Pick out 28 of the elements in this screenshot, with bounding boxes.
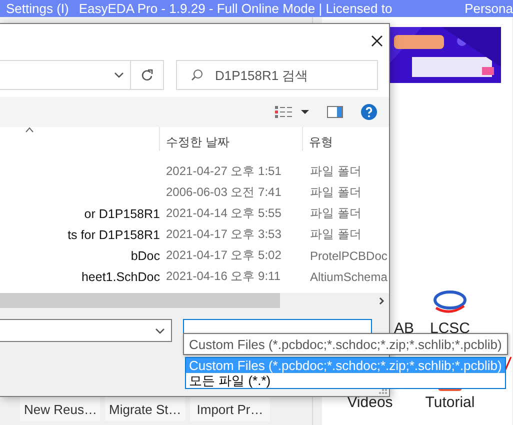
file-type: 파일 폴더	[310, 184, 362, 201]
file-name[interactable]: ts for D1P158R1	[68, 228, 166, 242]
modified-date: 2021-04-14 오후 5:55	[166, 205, 282, 222]
file-type: ProtelPCBDoc	[310, 248, 388, 262]
modified-date: 2021-04-17 오후 3:53	[166, 226, 282, 243]
file-name[interactable]: heet1.SchDoc	[81, 270, 166, 284]
column-header[interactable]: 유형	[309, 134, 333, 151]
shortcut-label[interactable]: Tutorial	[425, 394, 475, 411]
title-text: Persona	[464, 2, 513, 16]
file-type: 파일 폴더	[310, 163, 362, 180]
modified-date: 2021-04-16 오후 9:11	[166, 268, 282, 285]
file-name[interactable]: bDoc	[130, 248, 166, 262]
file-type: 파일 폴더	[310, 205, 362, 222]
file-type: 파일 폴더	[310, 226, 362, 243]
quick-button[interactable]: Import Pr…	[190, 397, 270, 421]
shortcut-label[interactable]: Videos	[347, 394, 393, 411]
file-type: AltiumSchema	[310, 270, 388, 284]
column-header[interactable]: 수정한 날짜	[166, 134, 230, 151]
title-text: Settings (I)	[6, 2, 69, 16]
tooltip: Custom Files (*.pcbdoc;*.schdoc;*.zip;*.schlib;*.pcblib)	[183, 333, 508, 355]
modified-date: 2006-06-03 오전 7:41	[166, 184, 282, 201]
file-name[interactable]: or D1P158R1	[84, 206, 166, 220]
modified-date: 2021-04-17 오후 5:02	[166, 247, 282, 264]
search-field[interactable]: D1P158R1 검색	[176, 60, 378, 90]
quick-button[interactable]: New Reus…	[20, 397, 100, 421]
quick-button[interactable]: Migrate St…	[105, 397, 185, 421]
modified-date: 2021-04-27 오후 1:51	[166, 163, 282, 180]
title-text: EasyEDA Pro - 1.9.29 - Full Online Mode | Licensed to	[78, 2, 392, 16]
